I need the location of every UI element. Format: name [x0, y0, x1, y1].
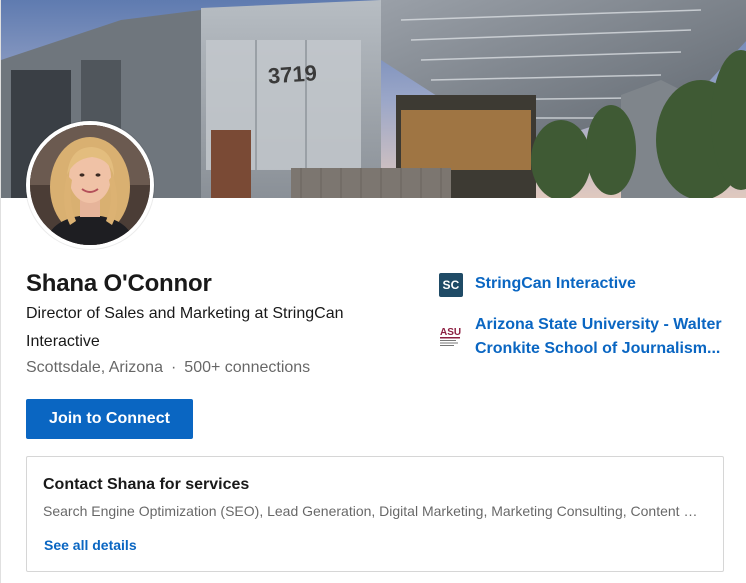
profile-headline: Director of Sales and Marketing at Strin…	[26, 305, 344, 350]
profile-connections: 500+ connections	[184, 359, 311, 376]
profile-location: Scottsdale, Arizona	[26, 359, 163, 376]
current-company-name[interactable]: StringCan Interactive	[475, 272, 636, 296]
profile-meta: Scottsdale, Arizona · 500+ connections	[26, 359, 310, 377]
profile-name: Shana O'Connor	[26, 270, 212, 297]
svg-text:ASU: ASU	[440, 327, 461, 338]
services-list: Search Engine Optimization (SEO), Lead G…	[43, 503, 709, 519]
profile-top-card: 3719 Shana O'Connor Director of Sales an…	[0, 0, 746, 583]
services-title: Contact Shana for services	[43, 476, 250, 493]
building-number: 3719	[267, 60, 318, 88]
current-company-link[interactable]: SC StringCan Interactive	[439, 272, 636, 297]
asu-logo-icon: ASU	[439, 325, 463, 349]
avatar-photo	[30, 125, 150, 245]
meta-separator: ·	[170, 359, 177, 376]
services-section: Contact Shana for services Search Engine…	[26, 456, 724, 572]
see-all-details-link[interactable]: See all details	[44, 537, 137, 553]
education-link[interactable]: ASU Arizona State University - Walter Cr…	[439, 313, 725, 361]
education-name[interactable]: Arizona State University - Walter Cronki…	[475, 313, 725, 361]
stringcan-logo-icon: SC	[439, 273, 463, 297]
profile-avatar	[26, 121, 154, 249]
education-name-line-2: Cronkite School of Journalism...	[475, 340, 721, 357]
join-to-connect-button[interactable]: Join to Connect	[26, 399, 193, 439]
education-name-line-1: Arizona State University - Walter	[475, 316, 722, 333]
